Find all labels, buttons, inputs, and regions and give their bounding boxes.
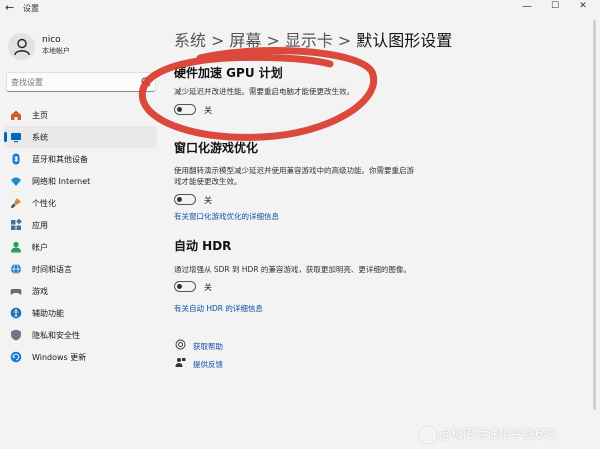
sidebar-item-accessibility[interactable]: 辅助功能 <box>4 302 157 324</box>
sidebar-item-network[interactable]: 网络和 Internet <box>4 170 157 192</box>
minimize-button[interactable]: — <box>517 1 537 12</box>
sidebar-item-label: Windows 更新 <box>32 352 87 362</box>
auto-hdr-title: 自动 HDR <box>174 239 232 253</box>
sidebar-item-accounts[interactable]: 帐户 <box>4 236 157 258</box>
sidebar-item-windows-update[interactable]: Windows 更新 <box>4 346 157 368</box>
sidebar-item-label: 辅助功能 <box>32 308 64 318</box>
sidebar-item-apps[interactable]: 应用 <box>4 214 157 236</box>
breadcrumb-item-system[interactable]: 系统 <box>174 31 206 50</box>
toggle-knob <box>177 107 182 112</box>
auto-hdr-description: 通过增强从 SDR 到 HDR 的兼容游戏，获取更加明亮、更详细的图像。 <box>174 265 411 274</box>
wifi-icon <box>9 174 23 188</box>
back-button[interactable]: ← <box>5 1 14 14</box>
toggle-knob <box>177 197 182 202</box>
breadcrumb-separator: > <box>266 31 280 50</box>
get-help-link[interactable]: 获取帮助 <box>193 341 223 352</box>
feedback-link[interactable]: 提供反馈 <box>193 359 223 370</box>
breadcrumb-item-display[interactable]: 屏幕 <box>229 31 261 50</box>
auto-hdr-toggle[interactable] <box>174 281 196 292</box>
sidebar-item-label: 系统 <box>32 132 48 142</box>
sidebar-item-label: 游戏 <box>32 286 48 296</box>
search-input[interactable] <box>11 75 131 89</box>
user-icon <box>13 38 30 55</box>
bluetooth-icon <box>9 152 23 166</box>
close-button[interactable]: ✕ <box>573 1 593 11</box>
accessibility-icon <box>9 306 23 320</box>
apps-icon <box>9 218 23 232</box>
maximize-button[interactable]: ☐ <box>545 1 565 11</box>
globe-icon <box>9 262 23 276</box>
sidebar-item-label: 应用 <box>32 220 48 230</box>
breadcrumb: 系统 > 屏幕 > 显示卡 > 默认图形设置 <box>174 27 452 51</box>
windowed-optimization-state: 关 <box>204 196 212 205</box>
sidebar-item-home[interactable]: 主页 <box>4 104 157 126</box>
shield-icon <box>9 328 23 342</box>
sidebar-item-bluetooth[interactable]: 蓝牙和其他设备 <box>4 148 157 170</box>
user-name: nico <box>42 35 61 45</box>
sidebar-item-label: 蓝牙和其他设备 <box>32 154 88 164</box>
sidebar-item-label: 主页 <box>32 110 48 120</box>
help-icon <box>175 339 186 350</box>
breadcrumb-item-graphics[interactable]: 显示卡 <box>285 31 333 50</box>
gpu-scheduling-title: 硬件加速 GPU 计划 <box>174 66 283 80</box>
windowed-optimization-toggle[interactable] <box>174 194 196 205</box>
avatar[interactable] <box>8 33 35 60</box>
sidebar-item-label: 帐户 <box>32 242 48 252</box>
windowed-optimization-title: 窗口化游戏优化 <box>174 141 259 155</box>
account-type: 本地帐户 <box>42 47 70 55</box>
sidebar-item-time-language[interactable]: 时间和语言 <box>4 258 157 280</box>
gpu-scheduling-toggle[interactable] <box>174 104 196 115</box>
sidebar-item-label: 时间和语言 <box>32 264 72 274</box>
account-icon <box>9 240 23 254</box>
system-icon <box>9 130 23 144</box>
sidebar-item-gaming[interactable]: 游戏 <box>4 280 157 302</box>
windowed-optimization-description-2: 戏才能使更改生效。 <box>174 177 242 186</box>
auto-hdr-link[interactable]: 有关自动 HDR 的详细信息 <box>174 303 263 314</box>
sidebar-item-system[interactable]: 系统 <box>4 126 157 148</box>
watermark: @极限竞速地平线6吧 <box>420 425 555 443</box>
feedback-icon <box>175 358 186 367</box>
page-title: 默认图形设置 <box>356 31 453 50</box>
brush-icon <box>9 196 23 210</box>
sidebar-item-label: 隐私和安全性 <box>32 330 80 340</box>
breadcrumb-separator: > <box>211 31 225 50</box>
search-box[interactable] <box>6 72 156 92</box>
gpu-scheduling-state: 关 <box>204 106 212 115</box>
sidebar-item-label: 个性化 <box>32 198 56 208</box>
gamepad-icon <box>9 284 23 298</box>
scrollbar[interactable] <box>593 20 596 410</box>
windowed-optimization-link[interactable]: 有关窗口化游戏优化的详细信息 <box>174 211 279 222</box>
auto-hdr-state: 关 <box>204 283 212 292</box>
breadcrumb-separator: > <box>337 31 352 50</box>
sidebar-nav: 主页 系统 蓝牙和其他设备 网络和 Internet 个性化 应用 帐户 时间和… <box>0 104 160 368</box>
home-icon <box>9 108 23 122</box>
sidebar-item-label: 网络和 Internet <box>32 176 91 186</box>
watermark-icon <box>420 426 436 443</box>
sidebar-item-privacy[interactable]: 隐私和安全性 <box>4 324 157 346</box>
update-icon <box>9 350 23 364</box>
sidebar-item-personalization[interactable]: 个性化 <box>4 192 157 214</box>
window-title: 设置 <box>23 4 39 13</box>
gpu-scheduling-description: 减少延迟并改进性能。需要重启电脑才能使更改生效。 <box>174 87 354 96</box>
search-icon <box>141 77 151 87</box>
title-bar: ← 设置 — ☐ ✕ <box>0 0 600 16</box>
toggle-knob <box>177 284 182 289</box>
watermark-text: @极限竞速地平线6吧 <box>439 427 555 441</box>
